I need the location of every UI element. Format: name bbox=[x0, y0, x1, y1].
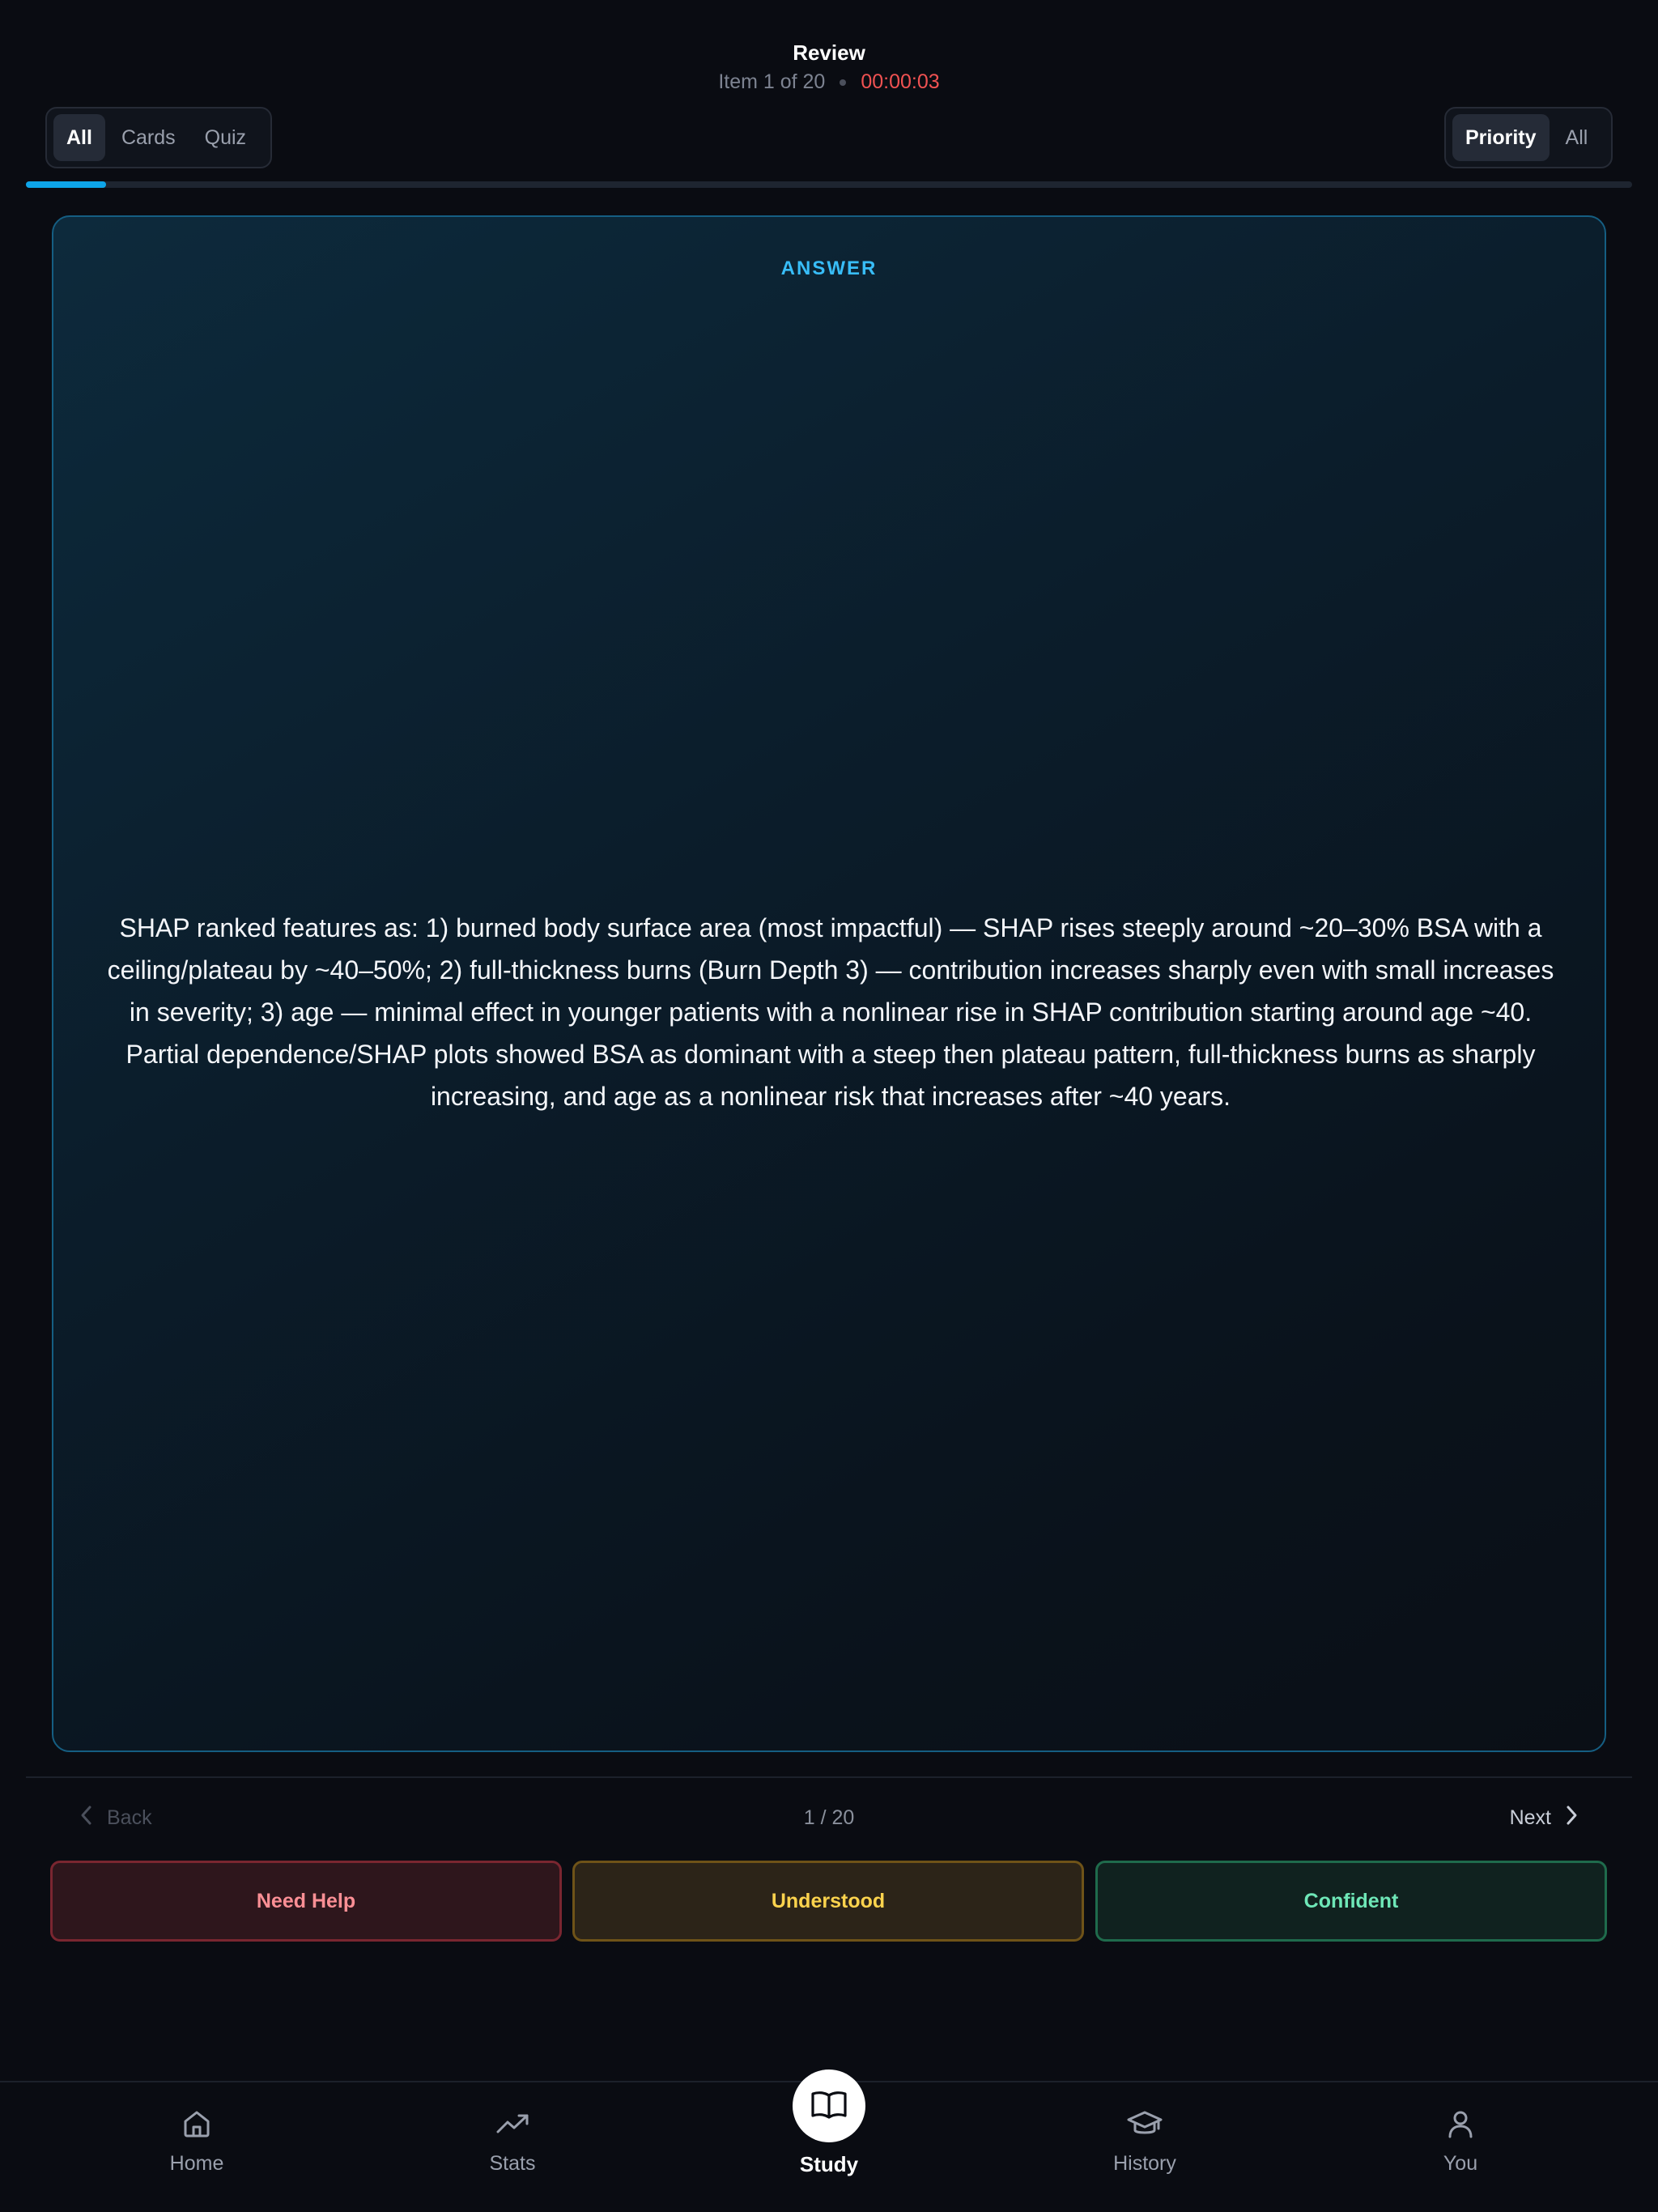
header: Review Item 1 of 20 00:00:03 bbox=[0, 37, 1658, 96]
chevron-right-icon bbox=[1562, 1805, 1580, 1831]
card-answer-text: SHAP ranked features as: 1) burned body … bbox=[107, 913, 1554, 1111]
tab-you[interactable]: You bbox=[1380, 2104, 1541, 2176]
open-book-icon bbox=[810, 2088, 848, 2125]
tab-study[interactable]: Study bbox=[748, 2069, 910, 2177]
next-button[interactable]: Next bbox=[1510, 1797, 1580, 1838]
sort-all[interactable]: All bbox=[1553, 114, 1601, 161]
tab-stats[interactable]: Stats bbox=[432, 2104, 593, 2176]
session-status: Item 1 of 20 00:00:03 bbox=[0, 68, 1658, 96]
sort-priority[interactable]: Priority bbox=[1452, 114, 1550, 161]
page-title: Review bbox=[793, 40, 865, 65]
tab-history-label: History bbox=[1113, 2152, 1176, 2175]
chevron-left-icon bbox=[78, 1805, 96, 1831]
item-counter: Item 1 of 20 bbox=[718, 70, 826, 93]
type-filter: All Cards Quiz bbox=[45, 107, 272, 168]
page-indicator: 1 / 20 bbox=[803, 1806, 855, 1829]
progress-bar bbox=[26, 181, 1632, 188]
separator-dot bbox=[840, 79, 847, 87]
divider bbox=[26, 1776, 1632, 1778]
filter-tab-all[interactable]: All bbox=[53, 114, 105, 161]
tab-history[interactable]: History bbox=[1064, 2104, 1226, 2176]
filter-tab-cards[interactable]: Cards bbox=[108, 114, 189, 161]
tab-study-label: Study bbox=[799, 2152, 859, 2176]
need-help-button[interactable]: Need Help bbox=[50, 1861, 562, 1942]
study-button[interactable] bbox=[793, 2069, 865, 2142]
user-icon bbox=[1380, 2104, 1541, 2144]
card-side-label: ANSWER bbox=[780, 257, 878, 279]
tab-you-label: You bbox=[1443, 2152, 1478, 2175]
next-label: Next bbox=[1509, 1806, 1551, 1829]
back-label: Back bbox=[107, 1806, 152, 1829]
tab-stats-label: Stats bbox=[489, 2152, 536, 2175]
graduation-cap-icon bbox=[1064, 2104, 1226, 2144]
trending-up-icon bbox=[432, 2104, 593, 2144]
confident-button[interactable]: Confident bbox=[1095, 1861, 1607, 1942]
home-icon bbox=[116, 2104, 278, 2144]
tab-home[interactable]: Home bbox=[116, 2104, 278, 2176]
app: Review Item 1 of 20 00:00:03 All Cards Qu… bbox=[0, 0, 1658, 2212]
session-timer: 00:00:03 bbox=[861, 70, 940, 93]
sort-filter: Priority All bbox=[1444, 107, 1613, 168]
card-navigation: Back 1 / 20 Next bbox=[0, 1797, 1658, 1838]
flashcard[interactable]: ANSWER SHAP ranked features as: 1) burne… bbox=[52, 215, 1606, 1752]
progress-bar-fill bbox=[26, 181, 107, 188]
tab-home-label: Home bbox=[169, 2152, 224, 2175]
back-button[interactable]: Back bbox=[78, 1797, 152, 1838]
understood-button[interactable]: Understood bbox=[572, 1861, 1084, 1942]
filter-tab-quiz[interactable]: Quiz bbox=[192, 114, 259, 161]
